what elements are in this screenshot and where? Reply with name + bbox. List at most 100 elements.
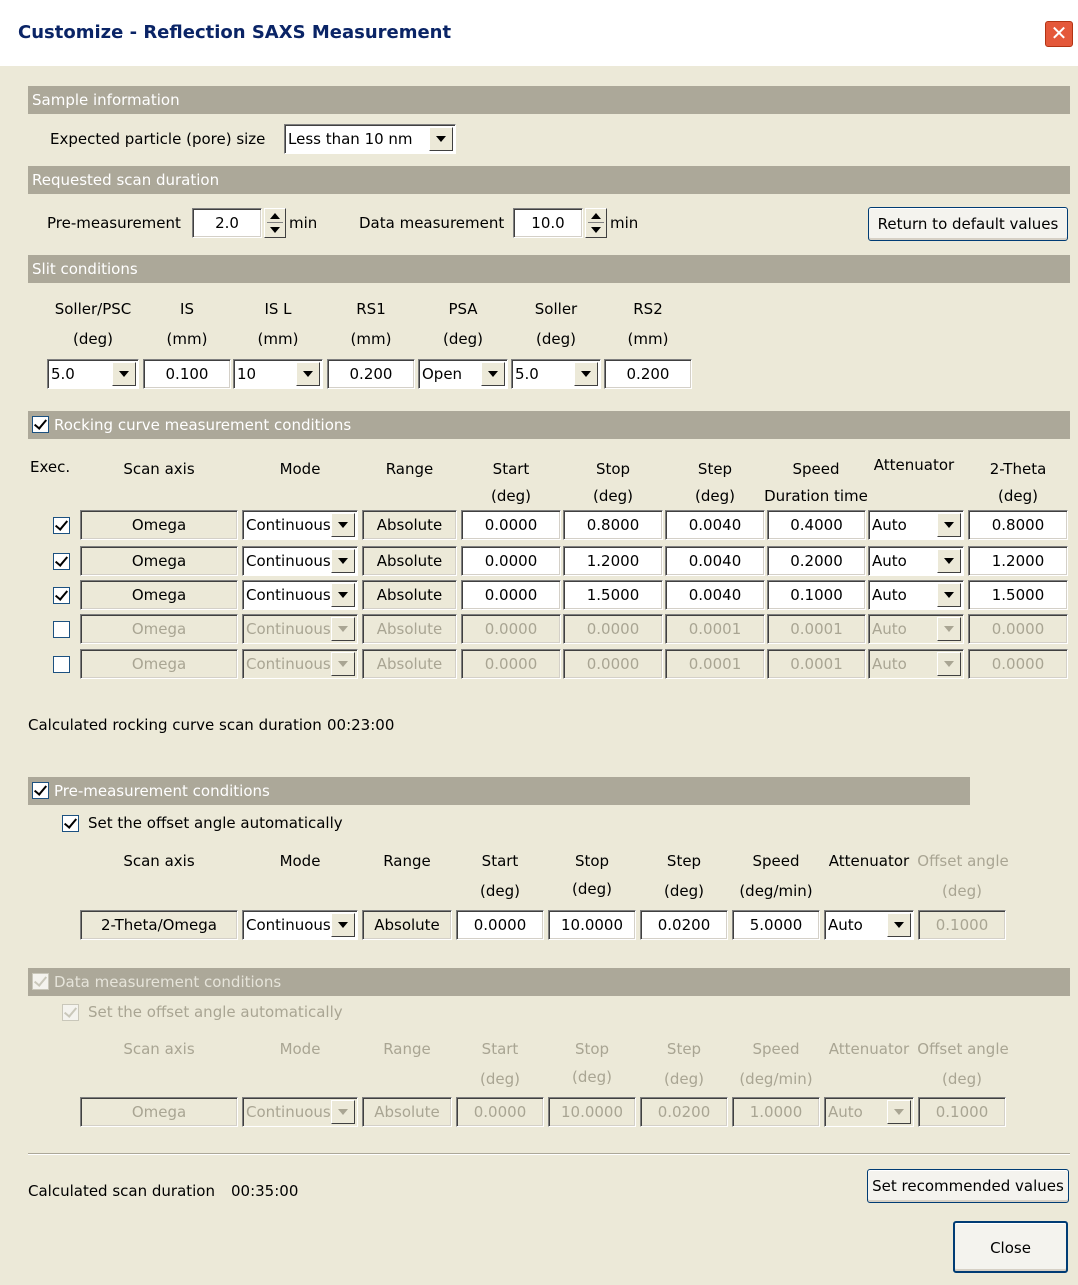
- chevron-down-icon: [331, 617, 355, 641]
- data-range-field[interactable]: Absolute: [362, 1097, 452, 1127]
- attenuator-select[interactable]: Auto: [868, 510, 964, 540]
- stop-input[interactable]: 1.5000: [563, 580, 663, 610]
- data-speed-input[interactable]: 1.0000: [732, 1097, 820, 1127]
- mode-select[interactable]: Continuous: [242, 546, 358, 576]
- pre-measurement-spinner[interactable]: [264, 208, 286, 238]
- data-mode-select[interactable]: Continuous: [242, 1097, 358, 1127]
- data-offset-input[interactable]: 0.1000: [918, 1097, 1006, 1127]
- two-theta-input[interactable]: 0.8000: [968, 510, 1068, 540]
- scan-axis-field[interactable]: Omega: [80, 649, 238, 679]
- pre-measurement-label: Pre-measurement: [47, 214, 181, 232]
- exec-checkbox[interactable]: [53, 587, 70, 604]
- slit-input[interactable]: 0.200: [327, 359, 415, 389]
- speed-input[interactable]: 0.2000: [767, 546, 866, 576]
- close-button[interactable]: Close: [953, 1221, 1068, 1273]
- mode-select[interactable]: Continuous: [242, 510, 358, 540]
- step-input[interactable]: 0.0040: [665, 580, 765, 610]
- data-start-input[interactable]: 0.0000: [456, 1097, 544, 1127]
- exec-checkbox[interactable]: [53, 656, 70, 673]
- range-field[interactable]: Absolute: [362, 649, 457, 679]
- chevron-down-icon: [574, 362, 598, 386]
- pre-stop-input[interactable]: 10.0000: [548, 910, 636, 940]
- rocking-duration-value: 00:23:00: [327, 716, 395, 734]
- data-attenuator-select[interactable]: Auto: [824, 1097, 914, 1127]
- slit-select[interactable]: 5.0: [511, 359, 601, 389]
- start-input[interactable]: 0.0000: [461, 614, 561, 644]
- pre-step-input[interactable]: 0.0200: [640, 910, 728, 940]
- data-scan-axis-field[interactable]: Omega: [80, 1097, 238, 1127]
- data-measurement-input[interactable]: 10.0: [513, 208, 583, 238]
- range-field[interactable]: Absolute: [362, 546, 457, 576]
- exec-checkbox[interactable]: [53, 621, 70, 638]
- data-speed-header: Speed: [752, 1040, 800, 1058]
- two-theta-input[interactable]: 1.5000: [968, 580, 1068, 610]
- start-input[interactable]: 0.0000: [461, 649, 561, 679]
- pre-offset-checkbox[interactable]: [62, 815, 79, 832]
- stop-input[interactable]: 0.0000: [563, 649, 663, 679]
- pre-scan-axis-field[interactable]: 2-Theta/Omega: [80, 910, 238, 940]
- step-input[interactable]: 0.0001: [665, 614, 765, 644]
- start-input[interactable]: 0.0000: [461, 510, 561, 540]
- particle-size-select[interactable]: Less than 10 nm: [284, 124, 456, 154]
- data-mode-select-value: Continuous: [246, 1103, 331, 1121]
- attenuator-select[interactable]: Auto: [868, 580, 964, 610]
- attenuator-select[interactable]: Auto: [868, 614, 964, 644]
- range-field[interactable]: Absolute: [362, 510, 457, 540]
- slit-input[interactable]: 0.100: [143, 359, 231, 389]
- pre-conditions-checkbox[interactable]: [32, 782, 49, 799]
- slit-select[interactable]: Open: [418, 359, 508, 389]
- start-input[interactable]: 0.0000: [461, 580, 561, 610]
- pre-measurement-input[interactable]: 2.0: [192, 208, 262, 238]
- pre-start-header: Start: [481, 852, 519, 870]
- two-theta-input[interactable]: 1.2000: [968, 546, 1068, 576]
- scan-axis-field[interactable]: Omega: [80, 510, 238, 540]
- range-field[interactable]: Absolute: [362, 580, 457, 610]
- speed-input[interactable]: 0.1000: [767, 580, 866, 610]
- rocking-curve-checkbox[interactable]: [32, 416, 49, 433]
- mode-select[interactable]: Continuous: [242, 580, 358, 610]
- close-window-button[interactable]: ✕: [1044, 20, 1074, 48]
- return-default-button[interactable]: Return to default values: [868, 207, 1068, 241]
- slit-col-name: IS L: [264, 300, 292, 318]
- pre-attenuator-select[interactable]: Auto: [824, 910, 914, 940]
- data-stop-input[interactable]: 10.0000: [548, 1097, 636, 1127]
- slit-select[interactable]: 10: [233, 359, 323, 389]
- speed-input[interactable]: 0.0001: [767, 614, 866, 644]
- stop-input[interactable]: 0.0000: [563, 614, 663, 644]
- two-theta-input[interactable]: 0.0000: [968, 649, 1068, 679]
- pre-speed-input[interactable]: 5.0000: [732, 910, 820, 940]
- slit-select[interactable]: 5.0: [47, 359, 139, 389]
- speed-input[interactable]: 0.0001: [767, 649, 866, 679]
- pre-start-input[interactable]: 0.0000: [456, 910, 544, 940]
- exec-checkbox[interactable]: [53, 517, 70, 534]
- exec-checkbox[interactable]: [53, 553, 70, 570]
- two-theta-input[interactable]: 0.0000: [968, 614, 1068, 644]
- scan-axis-field[interactable]: Omega: [80, 614, 238, 644]
- slit-col-name: IS: [180, 300, 194, 318]
- scan-axis-field[interactable]: Omega: [80, 580, 238, 610]
- mode-select[interactable]: Continuous: [242, 614, 358, 644]
- data-conditions-checkbox[interactable]: [32, 973, 49, 990]
- attenuator-select-value: Auto: [872, 552, 907, 570]
- data-measurement-label: Data measurement: [359, 214, 505, 232]
- scan-axis-field[interactable]: Omega: [80, 546, 238, 576]
- attenuator-select[interactable]: Auto: [868, 546, 964, 576]
- pre-mode-select[interactable]: Continuous: [242, 910, 358, 940]
- stop-input[interactable]: 0.8000: [563, 510, 663, 540]
- data-step-input[interactable]: 0.0200: [640, 1097, 728, 1127]
- speed-input[interactable]: 0.4000: [767, 510, 866, 540]
- set-recommended-button[interactable]: Set recommended values: [867, 1169, 1069, 1203]
- mode-select[interactable]: Continuous: [242, 649, 358, 679]
- slit-input[interactable]: 0.200: [604, 359, 692, 389]
- pre-offset-input[interactable]: 0.1000: [918, 910, 1006, 940]
- step-input[interactable]: 0.0001: [665, 649, 765, 679]
- pre-range-field[interactable]: Absolute: [362, 910, 452, 940]
- start-input[interactable]: 0.0000: [461, 546, 561, 576]
- step-input[interactable]: 0.0040: [665, 546, 765, 576]
- step-input[interactable]: 0.0040: [665, 510, 765, 540]
- range-field[interactable]: Absolute: [362, 614, 457, 644]
- data-measurement-spinner[interactable]: [585, 208, 607, 238]
- data-offset-checkbox[interactable]: [62, 1004, 79, 1021]
- stop-input[interactable]: 1.2000: [563, 546, 663, 576]
- attenuator-select[interactable]: Auto: [868, 649, 964, 679]
